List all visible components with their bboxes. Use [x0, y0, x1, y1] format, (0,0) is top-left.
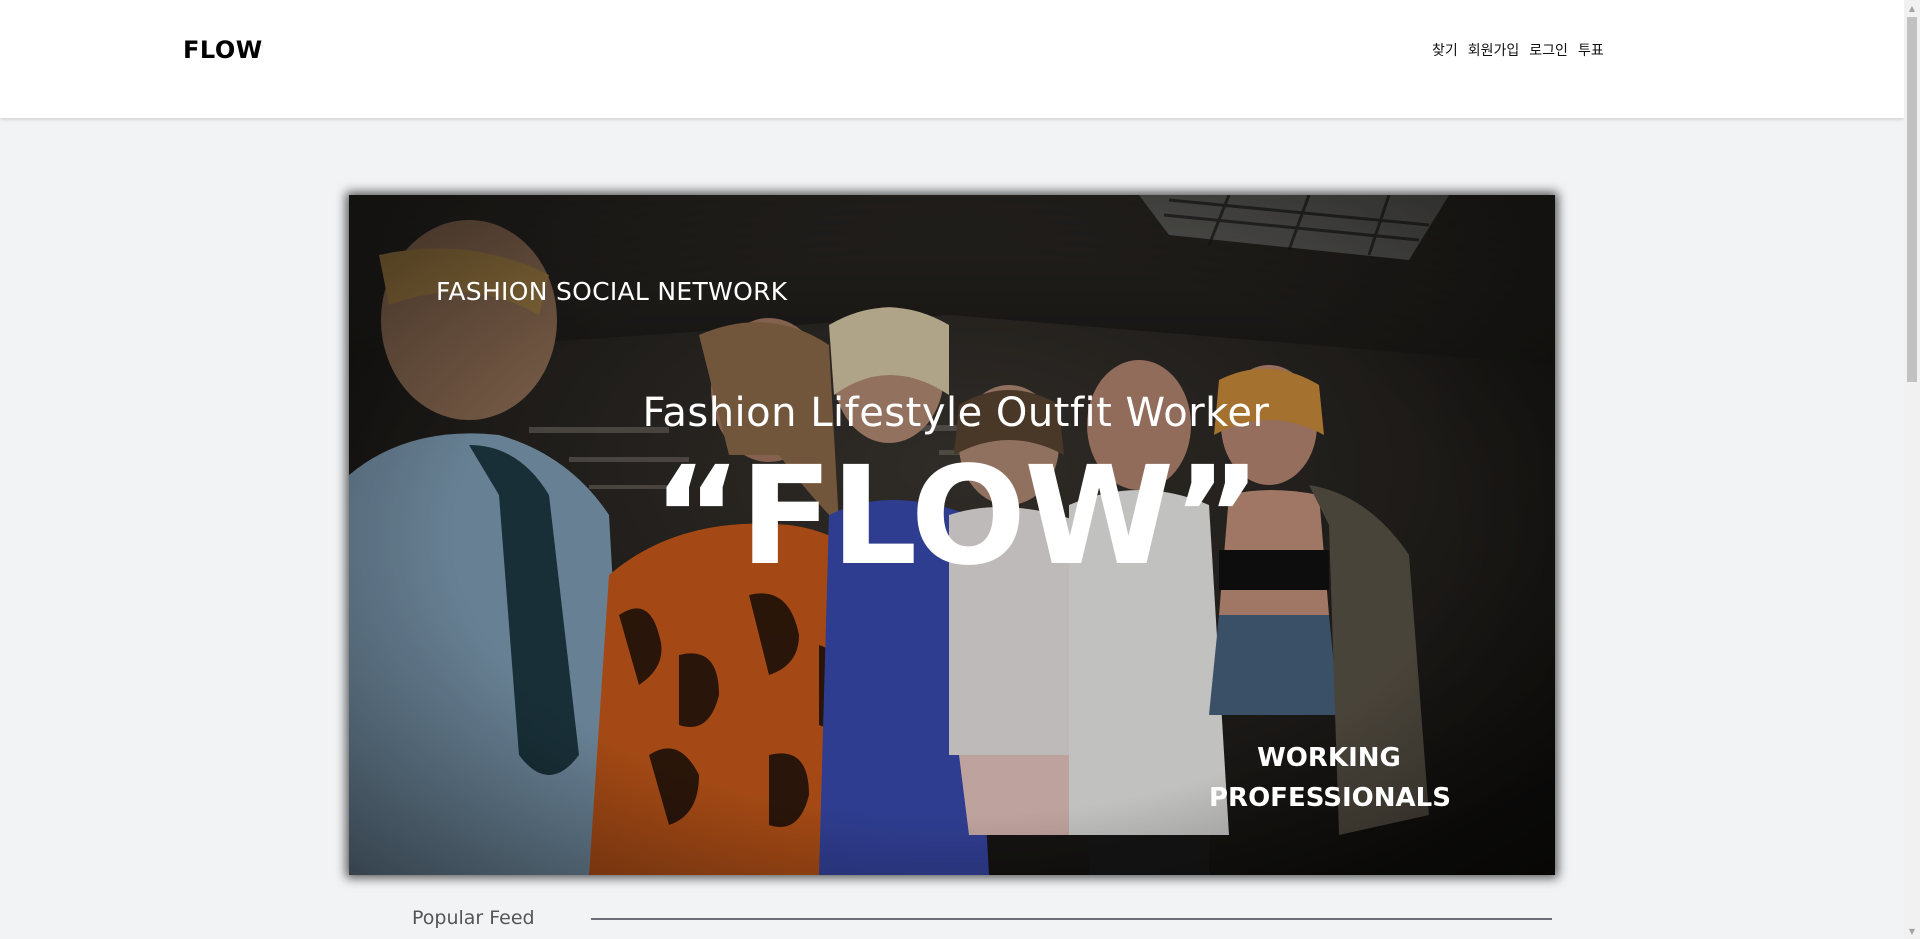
scroll-down-arrow-icon[interactable]: ▼ — [1904, 923, 1920, 939]
hero-badge-line1: WORKING — [1257, 743, 1401, 773]
logo[interactable]: FLOW — [183, 36, 263, 64]
hero-badge: WORKING PROFESSIONALS — [1209, 738, 1451, 818]
section-divider — [591, 918, 1552, 920]
hero-banner: FASHION SOCIAL NETWORK Fashion Lifestyle… — [349, 195, 1555, 875]
nav-item-login[interactable]: 로그인 — [1529, 40, 1568, 60]
hero-subtitle: FASHION SOCIAL NETWORK — [436, 277, 788, 306]
scroll-up-arrow-icon[interactable]: ▲ — [1904, 0, 1920, 16]
scrollbar[interactable]: ▲ ▼ — [1904, 0, 1920, 939]
hero-tagline: Fashion Lifestyle Outfit Worker — [642, 390, 1270, 436]
nav-item-signup[interactable]: 회원가입 — [1468, 40, 1520, 60]
hero-title: “FLOW” — [652, 438, 1261, 596]
nav-item-vote[interactable]: 투표 — [1578, 40, 1604, 60]
scrollbar-thumb[interactable] — [1907, 17, 1917, 382]
hero-badge-line2: PROFESSIONALS — [1209, 783, 1451, 813]
site-header: FLOW 찾기 회원가입 로그인 투표 — [0, 0, 1904, 118]
main-nav: 찾기 회원가입 로그인 투표 — [1432, 40, 1604, 60]
popular-feed-title: Popular Feed — [412, 907, 535, 929]
nav-item-search[interactable]: 찾기 — [1432, 40, 1458, 60]
